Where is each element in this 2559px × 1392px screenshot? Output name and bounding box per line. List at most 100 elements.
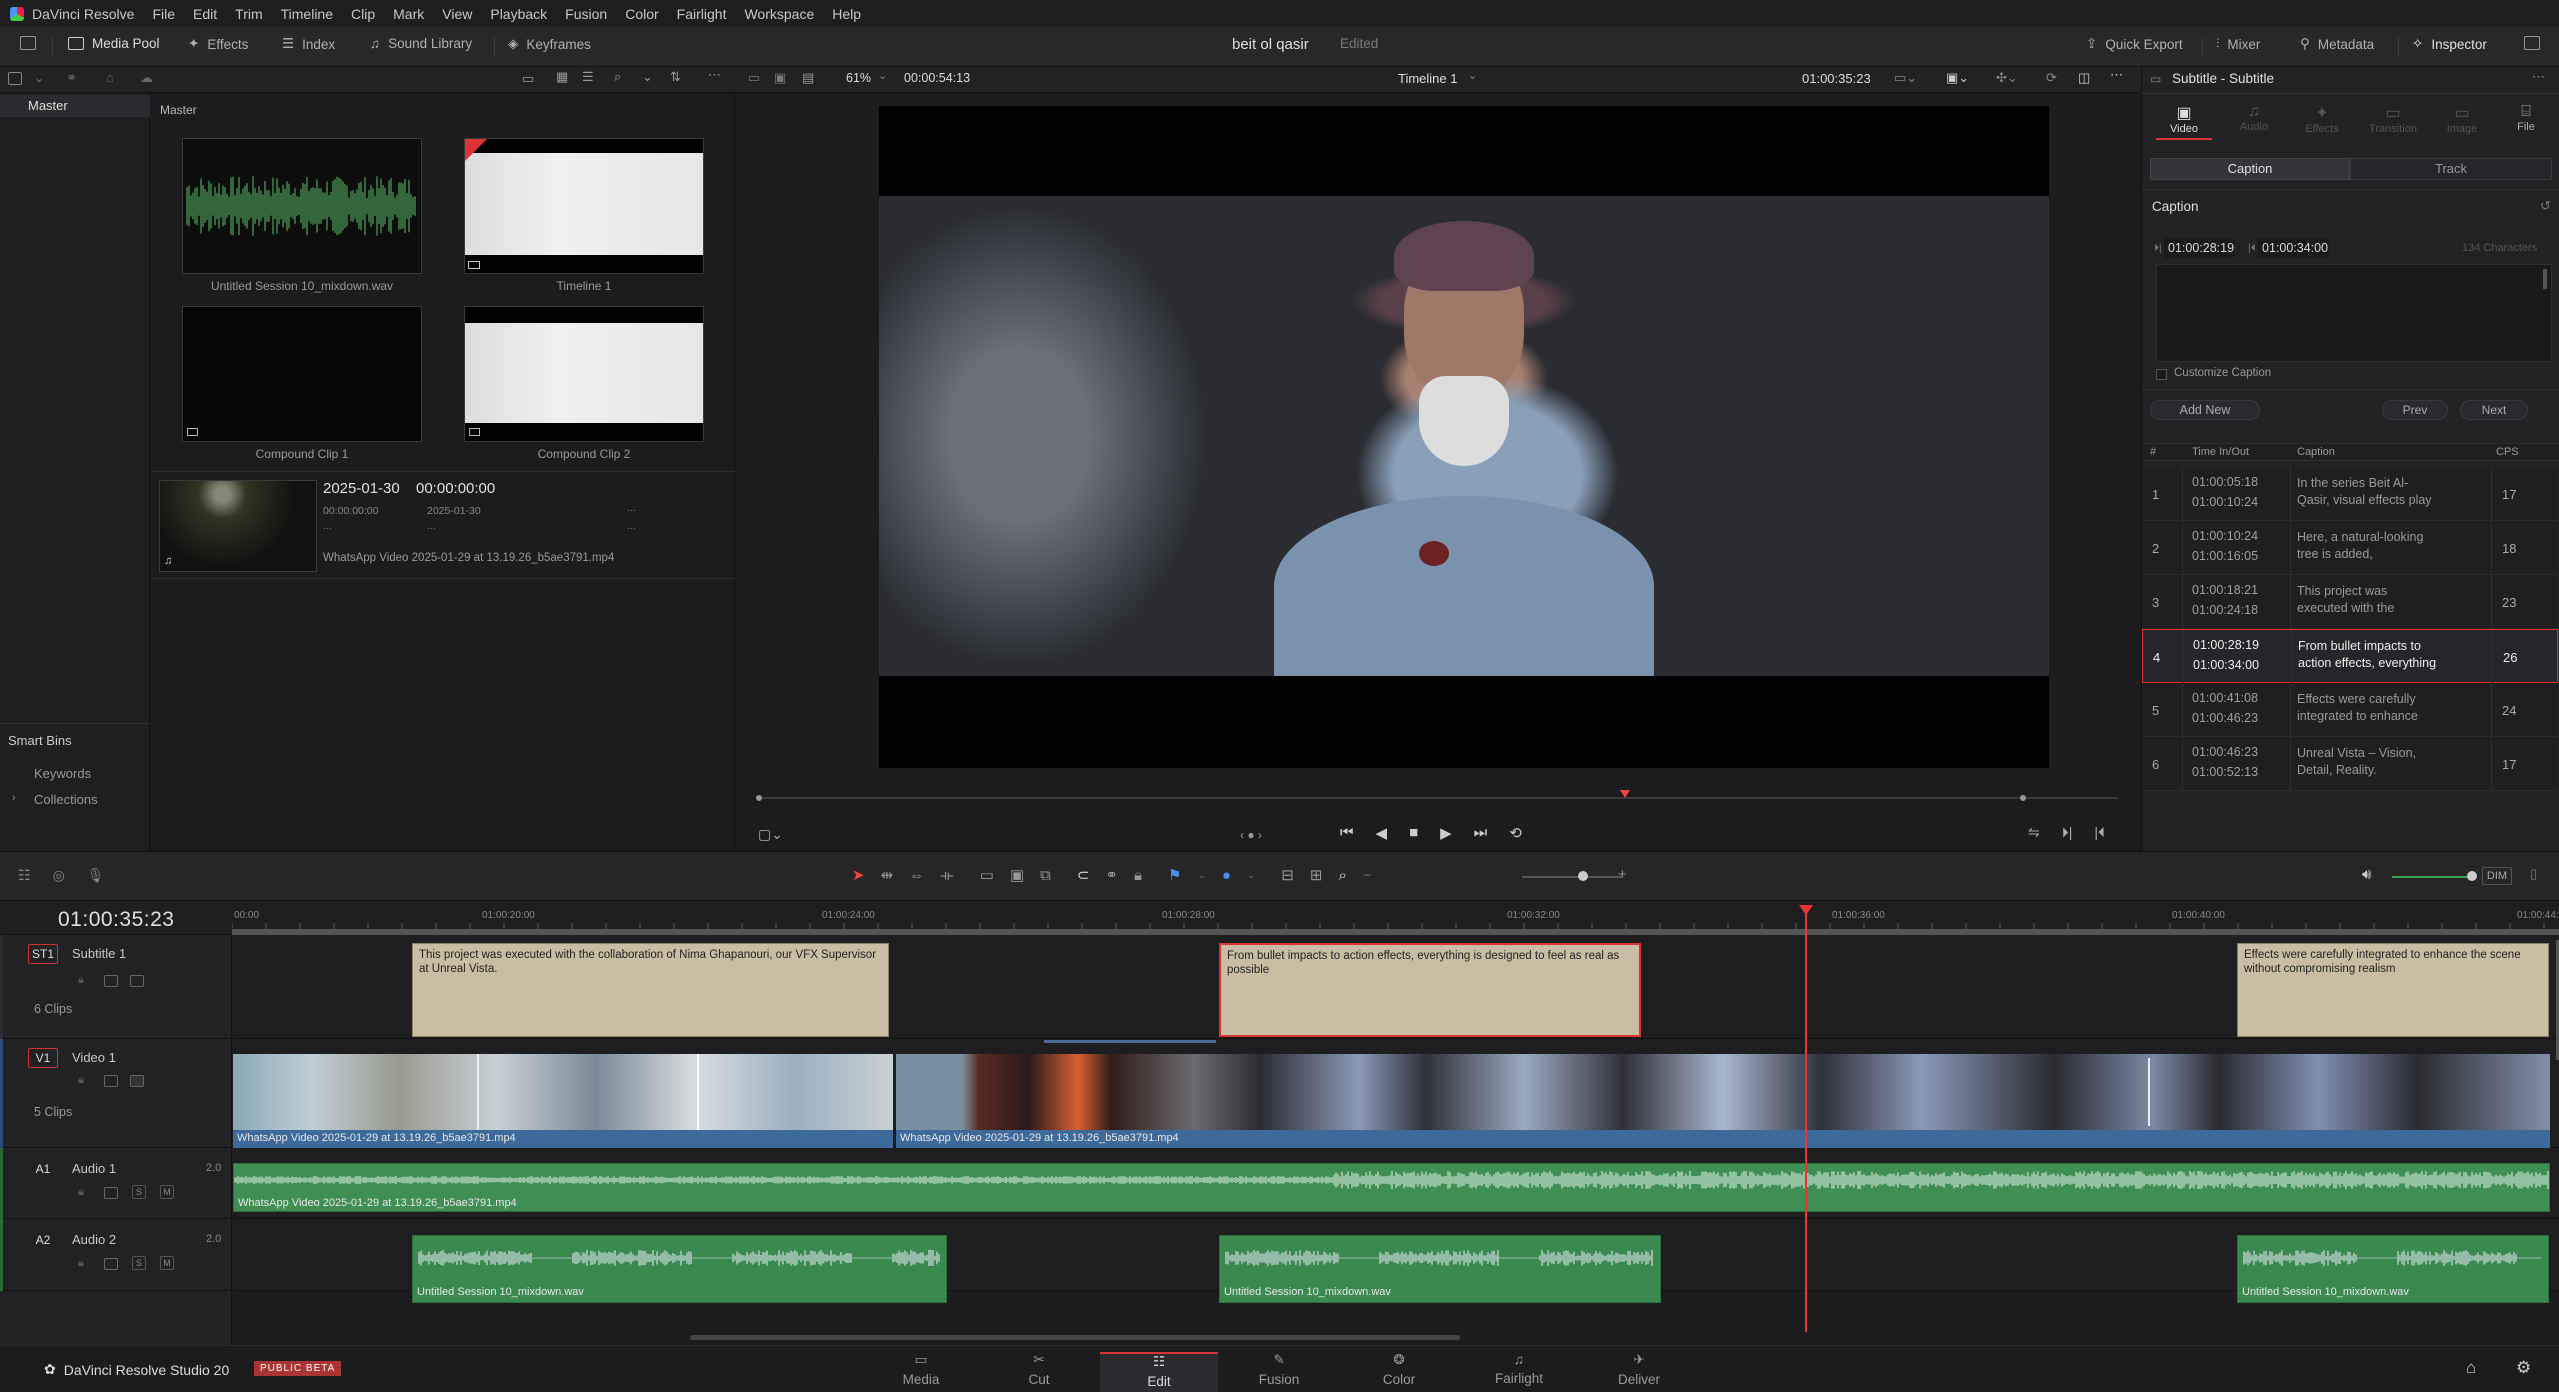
metadata-view-icon[interactable]: ▭ xyxy=(522,71,534,87)
subtitle-clip-selected[interactable]: From bullet impacts to action effects, e… xyxy=(1219,943,1641,1037)
caption-row[interactable]: 1 01:00:05:18 01:00:10:24 In the series Bei… xyxy=(2142,467,2558,521)
viewer-scrubber[interactable] xyxy=(758,797,2118,799)
tab-image[interactable]: ▭ Image xyxy=(2434,103,2490,135)
keyframes-button[interactable]: ◈ Keyframes xyxy=(508,36,591,52)
mixer-button[interactable]: ⫶ Mixer xyxy=(2216,36,2260,52)
clip-thumbnail-compound[interactable] xyxy=(464,306,704,442)
menu-workspace[interactable]: Workspace xyxy=(744,6,814,22)
audio-clip[interactable]: WhatsApp Video 2025-01-29 at 13.19.26_b5… xyxy=(233,1163,2550,1212)
dynamic-trim-icon[interactable]: ⇔ xyxy=(909,867,924,884)
smart-bin-keywords[interactable]: Keywords xyxy=(34,766,91,781)
mark-in-icon[interactable]: ⏵| xyxy=(2062,824,2073,841)
caption-row-selected[interactable]: 4 01:00:28:19 01:00:34:00 From bullet impac… xyxy=(2142,629,2558,684)
speaker-icon[interactable]: 🔊︎ xyxy=(2362,866,2371,883)
go-to-start-icon[interactable]: ⏮ xyxy=(1340,824,1354,842)
page-fairlight[interactable]: ♫ Fairlight xyxy=(1460,1352,1578,1392)
auto-track-icon[interactable] xyxy=(104,1075,118,1087)
menu-trim[interactable]: Trim xyxy=(235,6,262,22)
loop-icon[interactable]: ⟲ xyxy=(1509,824,1522,842)
selection-tool-icon[interactable]: ➤ xyxy=(852,866,865,884)
menu-edit[interactable]: Edit xyxy=(193,6,217,22)
reset-icon[interactable]: ↺ xyxy=(2540,198,2551,214)
track-header-audio1[interactable]: A1 Audio 1 2.0 🔒︎ S M xyxy=(0,1148,232,1219)
viewer-frame[interactable] xyxy=(879,106,2049,768)
menu-view[interactable]: View xyxy=(442,6,472,22)
scrubber-in-handle[interactable] xyxy=(756,795,762,801)
more-options-icon[interactable]: ⋯ xyxy=(708,67,721,83)
linked-selection-icon[interactable]: ⚭ xyxy=(1105,866,1118,884)
solo-button[interactable]: S xyxy=(132,1185,146,1199)
subtitle-clip[interactable]: This project was executed with the colla… xyxy=(412,943,889,1037)
track-visibility-icon[interactable] xyxy=(130,1075,144,1087)
chevron-down-icon[interactable]: ⌄ xyxy=(642,69,653,85)
crop-tool-icon[interactable]: ▢⌄ xyxy=(758,826,783,843)
play-icon[interactable]: ▶ xyxy=(1440,824,1452,842)
chevron-down-icon[interactable]: ⌄ xyxy=(878,69,887,82)
audio-clip[interactable]: Untitled Session 10_mixdown.wav xyxy=(412,1235,947,1303)
inspector-toggle-button[interactable] xyxy=(2524,36,2540,50)
menu-file[interactable]: File xyxy=(152,6,175,22)
quick-export-button[interactable]: ⇪ Quick Export xyxy=(2086,36,2183,52)
scrubber-out-handle[interactable] xyxy=(2020,795,2026,801)
position-lock-icon[interactable]: 🔒︎ xyxy=(1134,867,1142,884)
caption-in-field[interactable]: 01:00:28:19 xyxy=(2164,238,2234,258)
sidebar-toggle-icon[interactable] xyxy=(8,72,22,85)
track-header-subtitle[interactable]: ST1 Subtitle 1 🔒︎ 6 Clips xyxy=(0,935,232,1039)
volume-slider[interactable] xyxy=(2392,876,2472,878)
chevron-down-icon[interactable]: ⌄ xyxy=(1247,870,1255,881)
clip-thumbnail-timeline[interactable] xyxy=(464,138,704,274)
effects-button[interactable]: ✦ Effects xyxy=(188,36,248,52)
track-header-audio2[interactable]: A2 Audio 2 2.0 🔒︎ S M xyxy=(0,1219,232,1291)
page-cut[interactable]: ✂ Cut xyxy=(980,1352,1098,1392)
toolbar-toggle-button[interactable] xyxy=(20,36,36,50)
tab-transition[interactable]: ▭ Transition xyxy=(2360,103,2426,135)
match-frame-icon[interactable]: ⇋ xyxy=(2028,824,2040,841)
scrubber-playhead[interactable] xyxy=(1620,790,1630,798)
zoom-full-icon[interactable]: ⊟ xyxy=(1281,866,1294,884)
caption-text-area[interactable] xyxy=(2156,264,2552,362)
menu-mark[interactable]: Mark xyxy=(393,6,424,22)
caption-out-field[interactable]: 01:00:34:00 xyxy=(2258,238,2330,258)
tag-icon[interactable]: ⌂ xyxy=(106,70,114,85)
go-to-end-icon[interactable]: ⏭ xyxy=(1474,824,1488,842)
page-media[interactable]: ▭ Media xyxy=(862,1352,980,1392)
viewer-options-icon[interactable]: ▭⌄ xyxy=(1894,70,1917,86)
playhead-line[interactable] xyxy=(1805,912,1807,1332)
zoom-in-icon[interactable]: + xyxy=(1618,866,1627,883)
sort-icon[interactable]: ⇅ xyxy=(670,69,681,85)
index-button[interactable]: ☰ Index xyxy=(282,36,335,52)
output-icon[interactable]: ▣⌄ xyxy=(1946,70,1969,86)
more-options-icon[interactable]: ⋯ xyxy=(2532,69,2545,85)
timeline-ruler[interactable]: 00:00 01:00:20:00 01:00:24:00 01:00:28:00 01… xyxy=(232,901,2559,935)
insert-clip-icon[interactable]: ▭ xyxy=(980,866,994,884)
link-icon[interactable]: ⚭ xyxy=(66,70,77,86)
list-view-icon[interactable]: ☰ xyxy=(582,69,594,85)
smart-bin-collections[interactable]: Collections xyxy=(34,792,98,807)
clip-thumbnail-video[interactable]: ♫ xyxy=(159,480,317,572)
caption-icon[interactable] xyxy=(130,975,144,987)
inspector-button[interactable]: ✧ Inspector xyxy=(2412,36,2487,52)
viewer-mode-icon[interactable]: ▭ xyxy=(748,70,760,86)
thumbnail-view-icon[interactable]: ▦ xyxy=(556,69,568,85)
tab-audio[interactable]: ♫ Audio xyxy=(2226,103,2282,133)
metadata-button[interactable]: ⚲ Metadata xyxy=(2300,36,2374,52)
dual-viewer-icon[interactable]: ◫ xyxy=(2078,70,2090,86)
solo-button[interactable]: S xyxy=(132,1256,146,1270)
video-clip-thumbnails[interactable] xyxy=(233,1054,893,1130)
video-clip-label[interactable]: WhatsApp Video 2025-01-29 at 13.19.26_b5… xyxy=(896,1130,2550,1148)
chevron-down-icon[interactable]: ⌄ xyxy=(1197,870,1205,881)
transform-icon[interactable]: ✣⌄ xyxy=(1996,70,2018,86)
marker-icon[interactable]: ● xyxy=(1222,867,1231,884)
mark-out-icon[interactable]: |⏴ xyxy=(2094,824,2105,841)
track-header-video[interactable]: V1 Video 1 🔒︎ 5 Clips xyxy=(0,1039,232,1148)
auto-track-icon[interactable] xyxy=(104,1258,118,1270)
menu-playback[interactable]: Playback xyxy=(490,6,547,22)
chevron-down-icon[interactable]: ⌄ xyxy=(1468,69,1477,82)
video-clip-label[interactable]: WhatsApp Video 2025-01-29 at 13.19.26_b5… xyxy=(233,1130,893,1148)
overwrite-clip-icon[interactable]: ▣ xyxy=(1010,866,1024,884)
zoom-slider[interactable] xyxy=(1522,876,1622,878)
flag-icon[interactable]: ⚑ xyxy=(1168,866,1181,884)
page-fusion[interactable]: ✎ Fusion xyxy=(1220,1352,1338,1392)
menu-fusion[interactable]: Fusion xyxy=(565,6,607,22)
voiceover-mic-icon[interactable]: 🎙︎ xyxy=(87,867,105,884)
